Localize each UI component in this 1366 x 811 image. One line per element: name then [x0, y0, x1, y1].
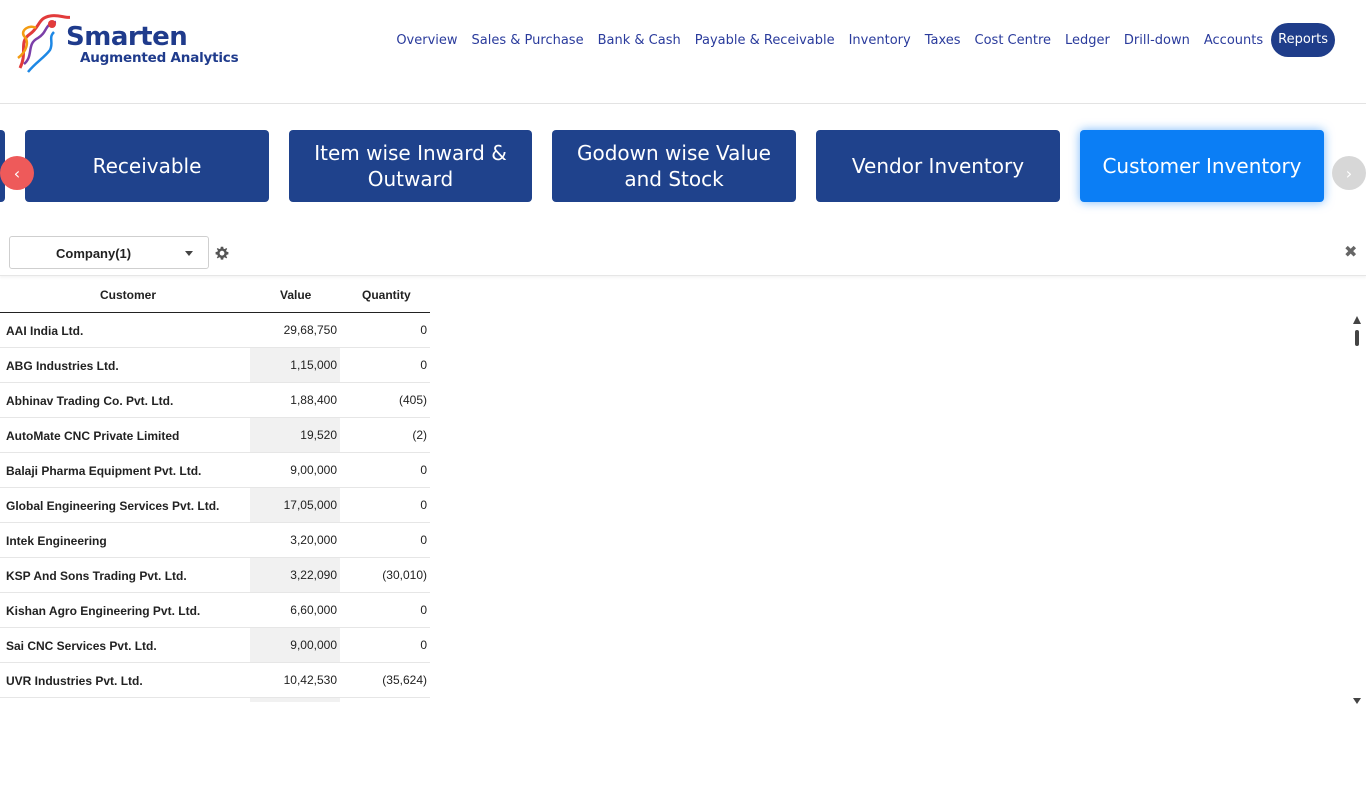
cell-quantity: 0 — [420, 498, 427, 512]
cell-quantity: (405) — [398, 393, 427, 407]
cell-quantity: 0 — [420, 603, 427, 617]
cell-customer: AutoMate CNC Private Limited — [6, 429, 180, 443]
table-row[interactable]: UVR Industries Pvt. Ltd. 10,42,530 (35,624… — [0, 663, 430, 698]
vertical-scrollbar[interactable] — [1350, 316, 1364, 704]
report-card-godown-wise-value-stock[interactable]: Godown wise Value and Stock — [552, 130, 796, 202]
cell-value: 9,00,000 — [290, 463, 337, 477]
cell-customer: UVR Industries Pvt. Ltd. — [6, 674, 143, 688]
close-icon[interactable]: ✖ — [1344, 242, 1357, 261]
cell-quantity: 0 — [420, 638, 427, 652]
logo-wordmark: Smarten — [66, 22, 188, 52]
gear-icon[interactable] — [214, 245, 230, 261]
cell-customer: Sai CNC Services Pvt. Ltd. — [6, 639, 157, 653]
table-row-partial — [0, 698, 430, 702]
nav-item-overview[interactable]: Overview — [396, 33, 457, 48]
table-row[interactable]: Sai CNC Services Pvt. Ltd. 9,00,000 0 — [0, 628, 430, 663]
table-row[interactable]: ABG Industries Ltd. 1,15,000 0 — [0, 348, 430, 383]
logo-tagline: Augmented Analytics — [80, 50, 239, 66]
cell-quantity: 0 — [420, 533, 427, 547]
cell-customer: KSP And Sons Trading Pvt. Ltd. — [6, 569, 187, 583]
nav-item-ledger[interactable]: Ledger — [1065, 33, 1110, 48]
cell-quantity: 0 — [420, 463, 427, 477]
cell-value: 3,22,090 — [250, 558, 340, 592]
table-row[interactable]: AutoMate CNC Private Limited 19,520 (2) — [0, 418, 430, 453]
cell-quantity: (35,624) — [382, 673, 427, 687]
table-row[interactable]: Kishan Agro Engineering Pvt. Ltd. 6,60,00… — [0, 593, 430, 628]
cell-customer: Global Engineering Services Pvt. Ltd. — [6, 499, 220, 513]
company-select-value: Company(1) — [56, 246, 132, 261]
table-body: AAI India Ltd. 29,68,750 0 ABG Industries L… — [0, 313, 430, 702]
column-header-value[interactable]: Value — [280, 288, 311, 302]
report-carousel: Receivable Item wise Inward & Outward Go… — [0, 130, 1366, 202]
cell-quantity: (2) — [412, 428, 427, 442]
cell-quantity: 0 — [420, 323, 427, 337]
customer-inventory-table: Customer Value Quantity AAI India Ltd. 29… — [0, 278, 430, 702]
cell-value: 6,60,000 — [290, 603, 337, 617]
table-row[interactable]: Intek Engineering 3,20,000 0 — [0, 523, 430, 558]
carousel-prev-button[interactable]: ‹ — [0, 156, 34, 190]
report-card-receivable[interactable]: Receivable — [25, 130, 269, 202]
company-select[interactable]: Company(1) — [9, 236, 209, 269]
scroll-down-arrow-icon[interactable] — [1353, 698, 1361, 704]
nav-item-bank-cash[interactable]: Bank & Cash — [598, 33, 681, 48]
scrollbar-thumb[interactable] — [1355, 330, 1359, 346]
cell-customer: AAI India Ltd. — [6, 324, 84, 338]
chevron-down-icon — [185, 251, 193, 256]
cell-value: 9,00,000 — [250, 628, 340, 662]
cell-customer: Kishan Agro Engineering Pvt. Ltd. — [6, 604, 201, 618]
nav-item-taxes[interactable]: Taxes — [925, 33, 961, 48]
report-card-item-wise-inward-outward[interactable]: Item wise Inward & Outward — [289, 130, 532, 202]
logo-swirl-icon — [17, 14, 70, 73]
smarten-logo[interactable]: Smarten Augmented Analytics — [14, 12, 244, 74]
chevron-right-icon: › — [1345, 163, 1353, 183]
report-card-vendor-inventory[interactable]: Vendor Inventory — [816, 130, 1060, 202]
column-header-customer[interactable]: Customer — [100, 288, 156, 302]
report-card-customer-inventory[interactable]: Customer Inventory — [1080, 130, 1324, 202]
nav-item-reports[interactable]: Reports — [1271, 23, 1335, 57]
table-row[interactable]: Abhinav Trading Co. Pvt. Ltd. 1,88,400 (40… — [0, 383, 430, 418]
cell-quantity: 0 — [420, 358, 427, 372]
nav-item-sales-purchase[interactable]: Sales & Purchase — [472, 33, 584, 48]
nav-item-drill-down[interactable]: Drill-down — [1124, 33, 1190, 48]
cell-value: 1,15,000 — [250, 348, 340, 382]
cell-value: 10,42,530 — [283, 673, 337, 687]
cell-quantity: (30,010) — [382, 568, 427, 582]
nav-item-accounts[interactable]: Accounts — [1204, 33, 1263, 48]
table-row[interactable]: Global Engineering Services Pvt. Ltd. 17,… — [0, 488, 430, 523]
table-row[interactable]: Balaji Pharma Equipment Pvt. Ltd. 9,00,00… — [0, 453, 430, 488]
chevron-left-icon: ‹ — [13, 163, 21, 183]
table-row[interactable]: AAI India Ltd. 29,68,750 0 — [0, 313, 430, 348]
top-navigation-bar: Smarten Augmented Analytics Overview Sal… — [0, 0, 1366, 104]
cell-customer: Balaji Pharma Equipment Pvt. Ltd. — [6, 464, 202, 478]
table-header: Customer Value Quantity — [0, 278, 430, 313]
nav-item-payable-receivable[interactable]: Payable & Receivable — [695, 33, 835, 48]
carousel-next-button[interactable]: › — [1332, 156, 1366, 190]
filter-bar: Company(1) ✖ — [0, 230, 1366, 276]
scroll-up-arrow-icon[interactable] — [1353, 316, 1361, 324]
nav-item-cost-centre[interactable]: Cost Centre — [975, 33, 1052, 48]
cell-customer: ABG Industries Ltd. — [6, 359, 119, 373]
cell-customer: Intek Engineering — [6, 534, 107, 548]
cell-value: 19,520 — [250, 418, 340, 452]
main-nav: Overview Sales & Purchase Bank & Cash Pa… — [382, 23, 1335, 57]
cell-value-partial — [250, 698, 340, 702]
table-row[interactable]: KSP And Sons Trading Pvt. Ltd. 3,22,090 (3… — [0, 558, 430, 593]
column-header-quantity[interactable]: Quantity — [362, 288, 411, 302]
cell-value: 1,88,400 — [290, 393, 337, 407]
cell-value: 3,20,000 — [290, 533, 337, 547]
nav-item-inventory[interactable]: Inventory — [849, 33, 911, 48]
cell-value: 29,68,750 — [283, 323, 337, 337]
cell-value: 17,05,000 — [250, 488, 340, 522]
cell-customer: Abhinav Trading Co. Pvt. Ltd. — [6, 394, 174, 408]
